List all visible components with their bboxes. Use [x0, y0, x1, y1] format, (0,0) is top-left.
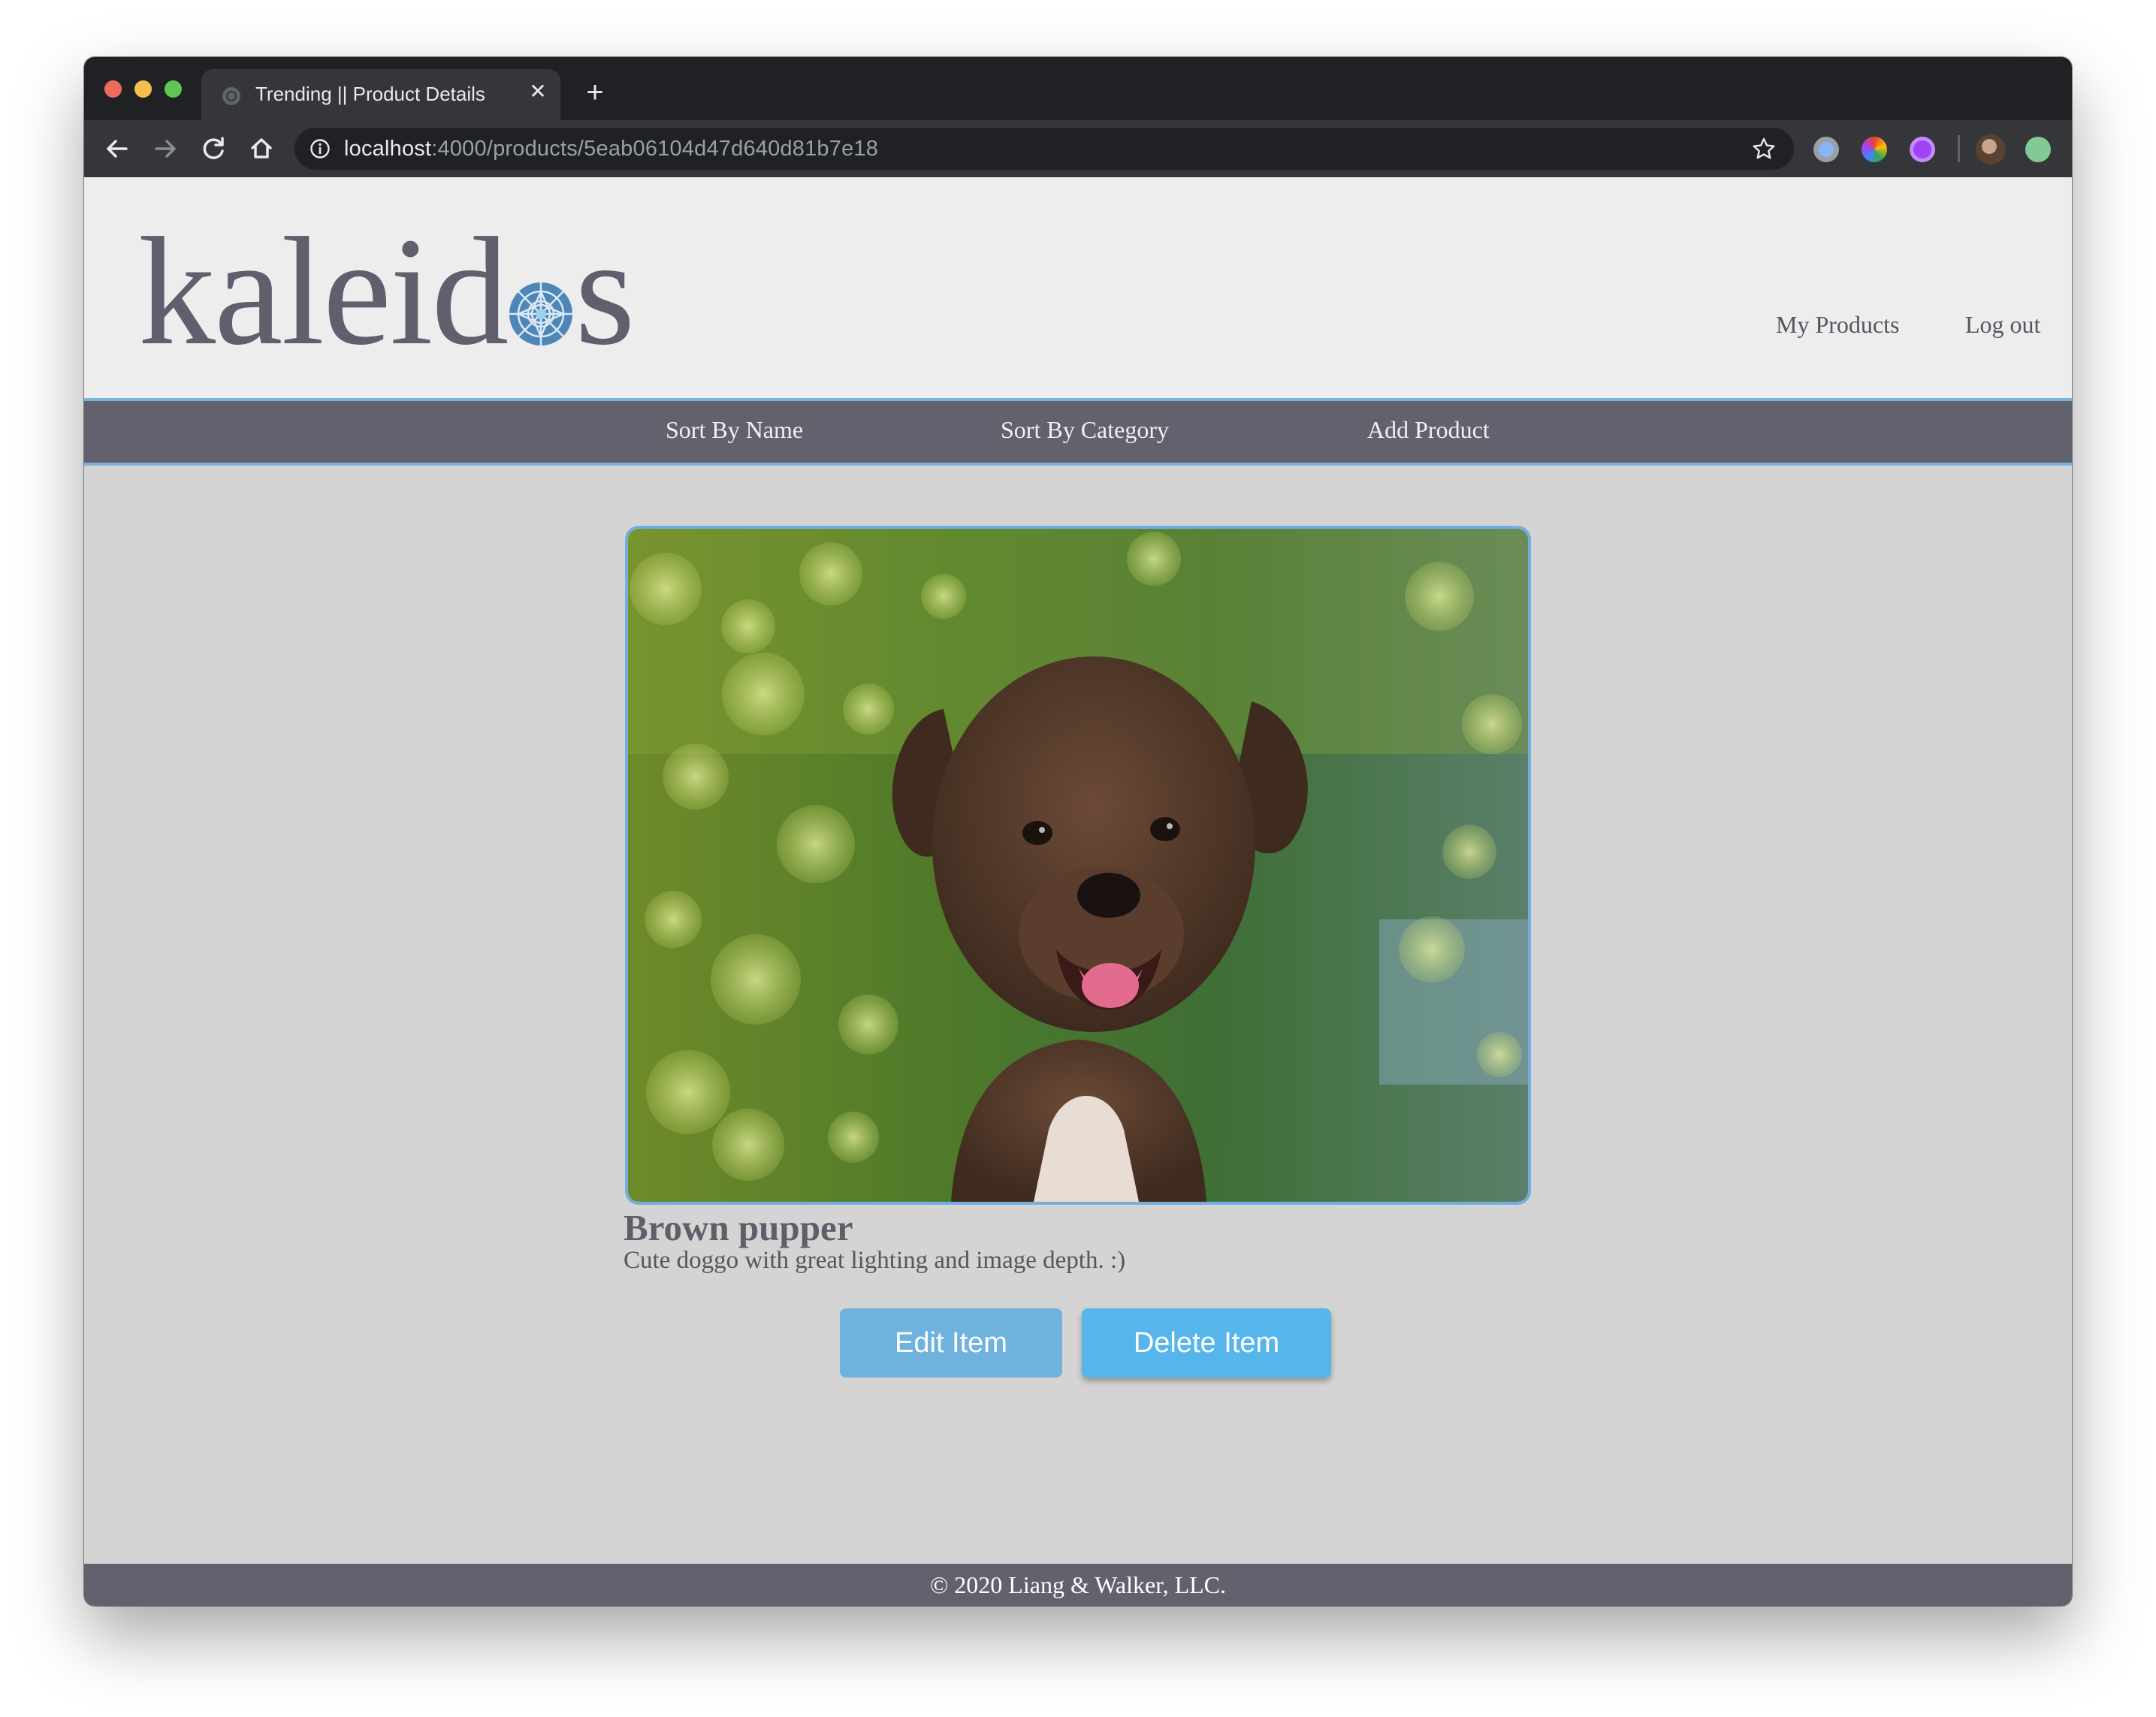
my-products-link[interactable]: My Products — [1776, 311, 1899, 339]
tab-title: Trending || Product Details — [255, 83, 485, 105]
browser-toolbar: localhost:4000/products/5eab06104d47d640… — [84, 120, 2072, 177]
reload-icon[interactable] — [195, 131, 231, 167]
browser-window: Trending || Product Details ✕ + localhos… — [84, 57, 2072, 1606]
product-description: Cute doggo with great lighting and image… — [624, 1247, 1126, 1274]
back-arrow-icon[interactable] — [99, 131, 135, 167]
product-title: Brown pupper — [624, 1207, 853, 1248]
delete-item-button[interactable]: Delete Item — [1082, 1308, 1331, 1378]
profile-avatar-icon[interactable] — [1976, 134, 2006, 164]
close-window-button[interactable] — [104, 80, 122, 98]
zoom-window-button[interactable] — [165, 80, 182, 98]
address-bar[interactable]: localhost:4000/products/5eab06104d47d640… — [294, 128, 1794, 170]
browser-tab[interactable]: Trending || Product Details ✕ — [201, 69, 560, 120]
site-footer: © 2020 Liang & Walker, LLC. — [84, 1564, 2072, 1606]
home-icon[interactable] — [243, 131, 279, 167]
kaleidoscope-gem-icon — [509, 282, 573, 346]
extension-update-icon[interactable] — [2025, 137, 2051, 162]
globe-icon — [222, 87, 240, 105]
extension-purple-icon[interactable] — [1910, 137, 1935, 162]
secondary-nav: Sort By Name Sort By Category Add Produc… — [84, 401, 2072, 466]
kaleidos-logo[interactable]: kaleid s — [138, 214, 636, 369]
product-image — [625, 526, 1531, 1205]
puppy-photo — [628, 529, 1528, 1202]
forward-arrow-icon[interactable] — [147, 131, 183, 167]
edit-item-button[interactable]: Edit Item — [840, 1308, 1062, 1378]
copyright-text: © 2020 Liang & Walker, LLC. — [929, 1571, 1226, 1598]
site-header: kaleid s My Products Log out — [84, 177, 2072, 401]
url-text: localhost:4000/products/5eab06104d47d640… — [344, 137, 879, 161]
add-product-link[interactable]: Add Product — [1367, 416, 1490, 444]
close-tab-icon[interactable]: ✕ — [524, 78, 551, 105]
sort-by-category-link[interactable]: Sort By Category — [1001, 416, 1169, 444]
page-content: kaleid s My Products Log out Sort By Nam… — [84, 177, 2072, 1606]
new-tab-icon[interactable]: + — [580, 77, 610, 108]
bookmark-star-icon[interactable] — [1750, 135, 1777, 162]
log-out-link[interactable]: Log out — [1965, 311, 2040, 339]
extension-ring-icon[interactable] — [1813, 137, 1839, 162]
minimize-window-button[interactable] — [134, 80, 152, 98]
title-bar: Trending || Product Details ✕ + — [84, 57, 2072, 120]
info-icon[interactable] — [310, 138, 331, 159]
toolbar-separator — [1958, 135, 1960, 162]
extension-color-wheel-icon[interactable] — [1862, 137, 1887, 162]
sort-by-name-link[interactable]: Sort By Name — [666, 416, 803, 444]
